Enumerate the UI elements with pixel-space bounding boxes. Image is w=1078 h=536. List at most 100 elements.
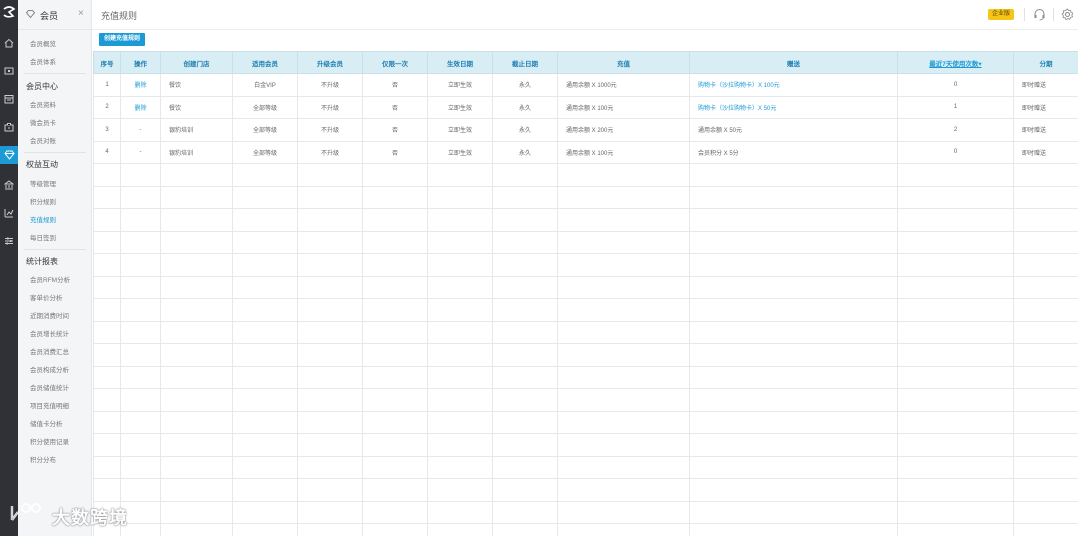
sort-arrow-icon: ▾ [978, 60, 982, 68]
sidebar-item-spend-summary[interactable]: 会员消费汇总 [30, 346, 69, 356]
col-header-member: 适用会员 [232, 51, 298, 74]
sidebar-item-points-usage[interactable]: 积分使用记录 [30, 436, 69, 446]
empty-cell [557, 410, 690, 434]
cell-upgrade: 不升级 [297, 140, 363, 164]
logo-icon[interactable] [2, 6, 16, 18]
settings-sliders-icon[interactable] [3, 235, 15, 247]
empty-cell [427, 455, 493, 479]
sidebar-item-growth[interactable]: 会员增长统计 [30, 328, 69, 338]
cell-start-date: 立即生效 [427, 73, 493, 97]
cell-start-date: 立即生效 [427, 95, 493, 119]
empty-cell [232, 500, 298, 524]
empty-cell [120, 275, 161, 299]
empty-cell [557, 523, 690, 536]
empty-cell [297, 253, 363, 277]
cell-member: 全部等级 [232, 118, 298, 142]
page-title: 充值规则 [101, 11, 138, 21]
empty-cell [232, 455, 298, 479]
sidebar-item-micro-card[interactable]: 微会员卡 [30, 117, 56, 127]
cell-gift[interactable]: 购物卡（沙拉购物卡）X 100元 [689, 73, 898, 97]
empty-cell [297, 500, 363, 524]
empty-cell [120, 253, 161, 277]
empty-cell [897, 185, 1014, 209]
sidebar-item-points-rules[interactable]: 积分规则 [30, 196, 56, 206]
sidebar-item-levels[interactable]: 等级管理 [30, 178, 56, 188]
empty-cell [557, 185, 690, 209]
close-icon[interactable]: × [78, 8, 84, 19]
table-row: 3- 银豹培训 全部等级 不升级否立即生效 永久 通用余额 X 200元 通用余额 X 50… [93, 118, 1078, 142]
col-header-recharge: 充值 [557, 51, 690, 74]
sidebar-item-project-recharge[interactable]: 项目充值明细 [30, 400, 69, 410]
empty-cell [93, 343, 121, 367]
sidebar-item-member-profile[interactable]: 会员资料 [30, 99, 56, 109]
empty-cell [232, 185, 298, 209]
empty-cell [492, 388, 558, 412]
sidebar-item-recent-spend[interactable]: 近期消费时间 [30, 310, 69, 320]
empty-cell [362, 455, 428, 479]
empty-cell [557, 388, 690, 412]
cell-gift[interactable]: 购物卡（沙拉购物卡）X 50元 [689, 95, 898, 119]
sidebar-item-overview[interactable]: 会员概览 [30, 38, 56, 48]
cell-store: 银豹培训 [160, 118, 233, 142]
empty-cell [492, 500, 558, 524]
empty-cell [362, 208, 428, 232]
sidebar-item-daily-checkin[interactable]: 每日签到 [30, 232, 56, 242]
sidebar-item-points-dist[interactable]: 积分分布 [30, 454, 56, 464]
cell-action: - [120, 140, 161, 164]
monitor-icon[interactable] [3, 65, 15, 77]
sidebar-item-card-analysis[interactable]: 储值卡分析 [30, 418, 63, 428]
col-header-no: 序号 [93, 51, 121, 74]
sidebar-item-recharge-rules[interactable]: 充值规则 [30, 214, 56, 224]
sidebar-item-member-system[interactable]: 会员体系 [30, 56, 56, 66]
table-row: 1 删除 餐饮 白金VIP 不升级否立即生效 永久 通用余额 X 1000元 购物卡（沙拉购物… [93, 73, 1078, 97]
gear-icon[interactable] [1061, 8, 1074, 23]
empty-row [93, 478, 1078, 502]
empty-cell [362, 320, 428, 344]
calendar-icon[interactable] [3, 93, 15, 105]
empty-cell [557, 320, 690, 344]
empty-cell [492, 275, 558, 299]
sidebar-item-avg-ticket[interactable]: 客单价分析 [30, 292, 63, 302]
create-recharge-rule-button[interactable]: 创建充值规则 [99, 33, 146, 46]
empty-cell [492, 185, 558, 209]
empty-cell [362, 523, 428, 536]
empty-cell [897, 410, 1014, 434]
empty-cell [689, 253, 898, 277]
col-header-store: 创建门店 [160, 51, 233, 74]
empty-cell [232, 365, 298, 389]
home-icon[interactable] [3, 37, 15, 49]
cell-start-date: 立即生效 [427, 140, 493, 164]
empty-cell [557, 365, 690, 389]
col-header-recent-uses[interactable]: 最近7天使用次数▾ [897, 51, 1014, 74]
empty-cell [120, 208, 161, 232]
empty-cell [1013, 478, 1078, 502]
chart-icon[interactable] [3, 207, 15, 219]
empty-cell [557, 253, 690, 277]
edition-badge[interactable]: 企业版 [988, 9, 1015, 20]
empty-cell [160, 478, 233, 502]
cell-installment: 即时赠送 [1013, 95, 1078, 119]
empty-cell [120, 298, 161, 322]
cell-once: 否 [362, 140, 428, 164]
empty-cell [120, 388, 161, 412]
delete-link[interactable]: 删除 [120, 73, 161, 97]
sidebar-item-rfm[interactable]: 会员RFM分析 [30, 274, 70, 284]
empty-cell [492, 320, 558, 344]
sidebar-item-composition[interactable]: 会员构成分析 [30, 364, 69, 374]
empty-cell [897, 163, 1014, 187]
bank-icon[interactable] [3, 179, 15, 191]
col-header-start-date: 生效日期 [427, 51, 493, 74]
sidebar-item-reconcile[interactable]: 会员对账 [30, 135, 56, 145]
cell-upgrade: 不升级 [297, 73, 363, 97]
diamond-icon[interactable] [0, 146, 18, 164]
empty-cell [297, 365, 363, 389]
empty-cell [160, 365, 233, 389]
sidebar-item-stored-value[interactable]: 会员储值统计 [30, 382, 69, 392]
empty-cell [689, 455, 898, 479]
delete-link[interactable]: 删除 [120, 95, 161, 119]
empty-cell [427, 253, 493, 277]
headset-icon[interactable] [1033, 8, 1046, 23]
briefcase-icon[interactable] [3, 121, 15, 133]
empty-cell [1013, 455, 1078, 479]
empty-cell [160, 523, 233, 536]
